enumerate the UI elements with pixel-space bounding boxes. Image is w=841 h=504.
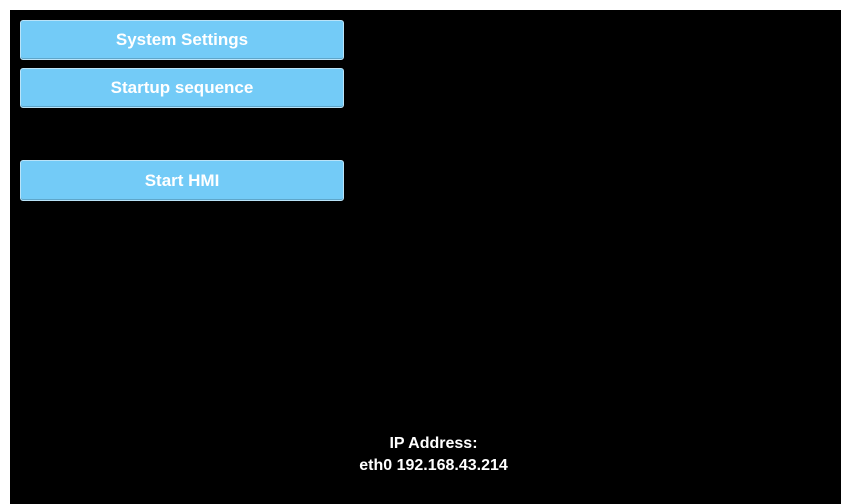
ip-address-value: eth0 192.168.43.214 <box>359 457 508 474</box>
hmi-screen: System Settings Startup sequence Start H… <box>10 10 841 504</box>
system-settings-label: System Settings <box>115 30 249 49</box>
ip-address-label: IP Address: <box>389 435 478 452</box>
startup-sequence-button[interactable]: Startup sequence <box>20 68 344 108</box>
system-settings-button[interactable]: System Settings <box>20 20 344 60</box>
start-hmi-button[interactable]: Start HMI <box>20 160 344 201</box>
start-hmi-label: Start HMI <box>144 170 220 190</box>
startup-sequence-label: Startup sequence <box>110 78 254 97</box>
ip-address-panel: IP Address: eth0 192.168.43.214 <box>10 433 841 477</box>
